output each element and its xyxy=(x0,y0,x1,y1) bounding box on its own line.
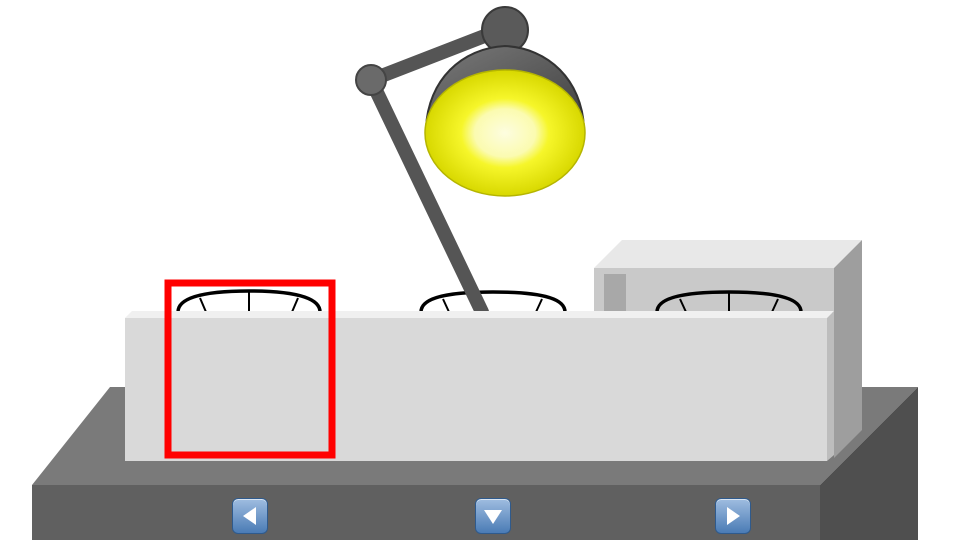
lamp-light xyxy=(424,69,586,197)
select-down-button[interactable] xyxy=(475,498,511,534)
move-right-button[interactable] xyxy=(715,498,751,534)
back-box-inner xyxy=(604,274,626,313)
front-box-face xyxy=(125,318,827,461)
cup-2[interactable] xyxy=(419,290,567,313)
move-left-button[interactable] xyxy=(232,498,268,534)
game-scene xyxy=(32,6,918,540)
arrow-down-icon xyxy=(484,510,502,524)
back-box-top xyxy=(594,240,862,268)
lamp-elbow-joint xyxy=(355,64,387,96)
front-box xyxy=(125,311,834,461)
desk-lamp[interactable] xyxy=(355,6,586,319)
front-box-top-edge xyxy=(125,311,834,318)
front-box-side xyxy=(827,311,834,461)
cup-1[interactable] xyxy=(176,289,322,313)
arrow-right-icon xyxy=(727,507,740,525)
table-front xyxy=(32,485,820,540)
arrow-left-icon xyxy=(243,507,256,525)
back-box-side xyxy=(834,240,862,458)
